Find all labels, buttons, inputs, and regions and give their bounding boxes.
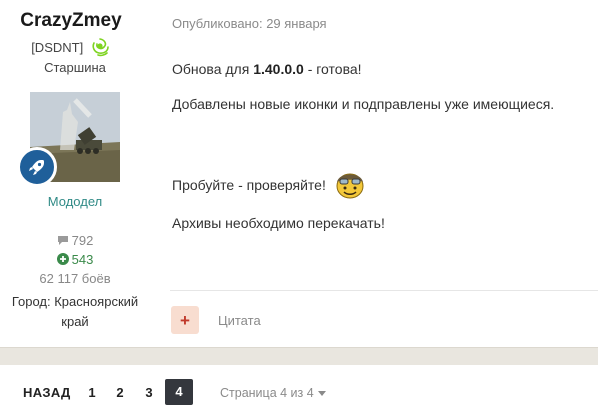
clan-row: [DSDNT] bbox=[0, 36, 142, 61]
page-link-2[interactable]: 2 bbox=[112, 385, 128, 400]
author-rank: Старшина bbox=[44, 60, 106, 75]
page-separator bbox=[0, 347, 598, 365]
author-group[interactable]: Мододел bbox=[0, 194, 150, 209]
post-line-3: Пробуйте - проверяйте! bbox=[172, 170, 367, 203]
battles-count: 62 117 боёв bbox=[39, 271, 111, 286]
speech-bubble-icon bbox=[57, 234, 69, 249]
page-link-3[interactable]: 3 bbox=[141, 385, 157, 400]
author-city: Город: Красноярский край bbox=[11, 294, 139, 329]
divider bbox=[170, 290, 598, 291]
reputation-plus-button[interactable]: + bbox=[171, 306, 199, 334]
comments-count: 792 bbox=[0, 233, 150, 249]
pagination-back-button[interactable]: НАЗАД bbox=[23, 385, 71, 400]
post-line-4: Архивы необходимо перекачать! bbox=[172, 215, 385, 231]
caret-down-icon bbox=[317, 391, 326, 397]
plus-circle-icon bbox=[56, 253, 69, 268]
quote-button[interactable]: Цитата bbox=[218, 313, 261, 328]
page-link-1[interactable]: 1 bbox=[84, 385, 100, 400]
post-line-2: Добавлены новые иконки и подправлены уже… bbox=[172, 96, 555, 112]
pagination: ‹ НАЗАД 1 2 3 4 Страница 4 из 4 bbox=[0, 378, 598, 406]
rocket-icon bbox=[17, 147, 57, 187]
tanker-smiley-icon bbox=[333, 170, 367, 203]
post-date[interactable]: Опубликовано: 29 января bbox=[172, 16, 327, 31]
clan-tag[interactable]: [DSDNT] bbox=[31, 40, 83, 55]
post-line-1: Обнова для 1.40.0.0 - готова! bbox=[172, 61, 362, 77]
author-name[interactable]: CrazyZmey bbox=[0, 10, 142, 32]
page-current[interactable]: 4 bbox=[165, 379, 193, 405]
page-jump-dropdown[interactable]: Страница 4 из 4 bbox=[220, 386, 326, 400]
reputation-count: 543 bbox=[0, 252, 150, 268]
razer-snake-icon bbox=[89, 36, 111, 61]
